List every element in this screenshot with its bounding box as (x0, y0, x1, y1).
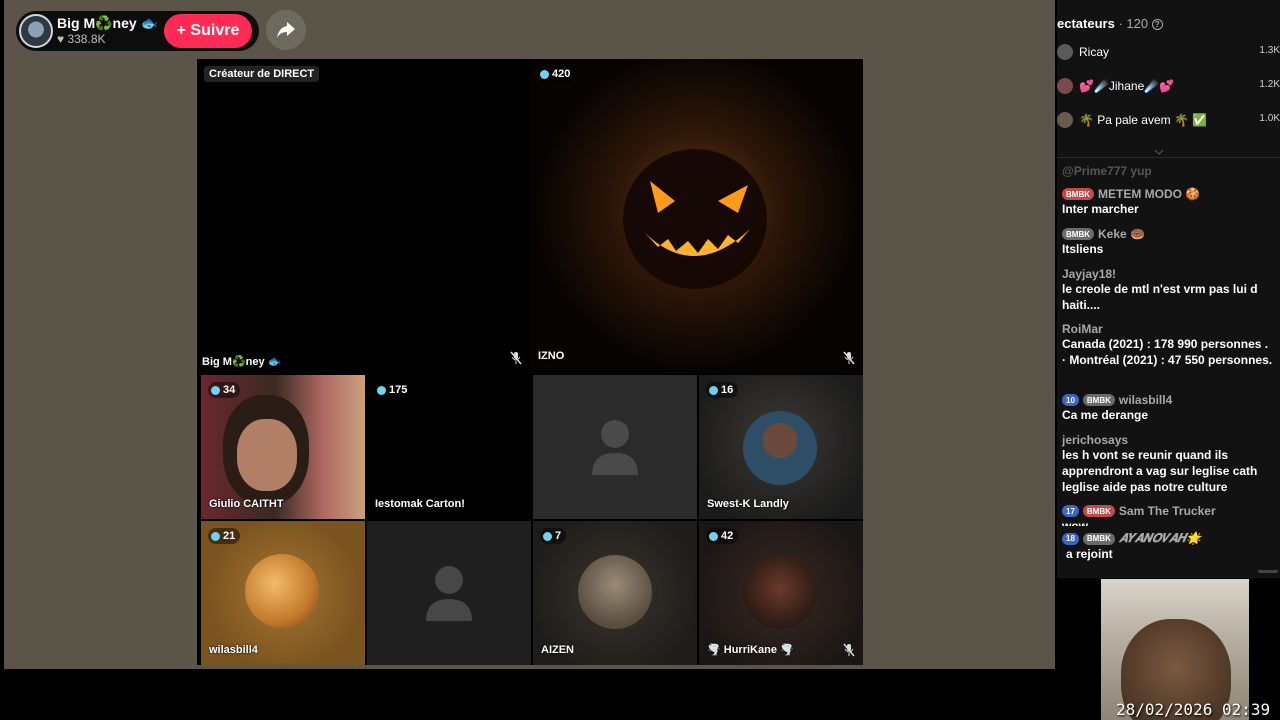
guest-video-grid: Créateur de DIRECT Big M♻️ney 🐟 420 IZNO (197, 59, 863, 665)
viewer-row[interactable]: 💕☄️Jihane☄️💕 1.2K (1057, 76, 1280, 100)
fan-badge: BMBK (1082, 505, 1115, 517)
chat-message: BMBK Keke 🍩 Itsliens (1062, 227, 1145, 256)
viewer-row[interactable]: 🌴 Pa pale avem 🌴 ✅ 1.0K (1057, 110, 1280, 134)
follow-button[interactable]: + Suivre (164, 14, 252, 48)
guest-gift-badge: 420 (537, 66, 576, 82)
guest-tile-empty[interactable] (533, 375, 697, 519)
chat-message: BMBK METEM MODO 🍪 Inter marcher (1062, 187, 1201, 216)
viewers-header: ectateurs · 120 ? (1057, 16, 1163, 31)
guest-tile-wilasbill[interactable]: 21 wilasbill4 (201, 521, 365, 665)
guest-tile-iestomak[interactable]: 175 Iestomak Carton! (367, 375, 531, 519)
viewer-avatar (1057, 44, 1073, 60)
timestamp: 28/02/2026 02:39 (1116, 700, 1271, 719)
guest-name: Giulio CAITHT (209, 498, 284, 510)
share-button[interactable] (266, 10, 306, 50)
guest-tile-hurrikane[interactable]: 42 🌪️ HurriKane 🌪️ (699, 521, 863, 665)
guest-name: IZNO (538, 350, 565, 362)
chat-message: 17 BMBK Sam The Trucker wow (1062, 504, 1216, 526)
muted-mic-icon (843, 351, 855, 365)
chat-message: @Prime777 yup (1062, 164, 1152, 178)
person-placeholder-icon (426, 566, 472, 621)
guest-tile-swestk[interactable]: 16 Swest-K Landly (699, 375, 863, 519)
host-likes-count: ♥ 338.8K (57, 32, 106, 46)
guest-tile-izno[interactable]: 420 IZNO (530, 59, 863, 373)
guest-name: wilasbill4 (209, 644, 258, 656)
chat-scrollbar[interactable] (1258, 570, 1278, 573)
level-badge: 18 (1062, 532, 1079, 545)
guest-avatar (743, 411, 817, 485)
chat-message: Jayjay18! le creole de mtl n'est vrm pas… (1062, 267, 1258, 312)
host-tile-name: Big M♻️ney 🐟 (202, 356, 282, 368)
level-badge: 17 (1062, 505, 1079, 517)
guest-gift-badge: 34 (208, 382, 241, 398)
guest-gift-badge: 42 (706, 528, 739, 544)
share-arrow-icon (277, 22, 295, 38)
coin-icon (540, 69, 549, 79)
creator-label: Créateur de DIRECT (204, 66, 320, 82)
person-placeholder-icon (592, 420, 638, 475)
guest-gift-badge: 7 (540, 528, 567, 544)
collapse-chevron[interactable] (1057, 150, 1280, 158)
host-video-tile[interactable]: Créateur de DIRECT Big M♻️ney 🐟 (197, 59, 530, 373)
guest-tile-giulio[interactable]: 34 Giulio CAITHT (201, 375, 365, 519)
guest-gift-badge: 175 (374, 382, 413, 398)
fan-badge: BMBK (1082, 394, 1115, 406)
coin-icon (543, 531, 552, 541)
guest-avatar (245, 554, 319, 628)
coin-icon (709, 531, 718, 541)
jack-o-lantern-image (623, 149, 767, 289)
guest-name: Iestomak Carton! (375, 498, 465, 510)
guest-gift-badge: 21 (208, 528, 241, 544)
streamer-webcam-overlay (1101, 579, 1249, 720)
muted-mic-icon (510, 351, 522, 365)
chat-message: jerichosays les h vont se reunir quand i… (1062, 433, 1258, 494)
chat-message: RoiMar Canada (2021) : 178 990 personnes… (1062, 322, 1273, 367)
info-icon[interactable]: ? (1151, 19, 1163, 31)
viewer-avatar (1057, 112, 1073, 128)
guest-name: 🌪️ HurriKane 🌪️ (707, 644, 794, 656)
guest-name: Swest-K Landly (707, 498, 789, 510)
stream-screen: Big M♻️ney 🐟 ♥ 338.8K + Suivre Créateur … (0, 0, 1280, 720)
host-name[interactable]: Big M♻️ney 🐟 (57, 15, 158, 32)
guest-gift-badge: 16 (706, 382, 739, 398)
chat-message: 10 BMBK wilasbill4 Ca me derange (1062, 393, 1173, 422)
coin-icon (377, 385, 386, 395)
muted-mic-icon (843, 643, 855, 657)
coin-icon (709, 385, 718, 395)
live-stream-area: Big M♻️ney 🐟 ♥ 338.8K + Suivre Créateur … (4, 0, 1055, 669)
join-notice: 18 BMBK 𝑨𝒀𝑨𝑵𝑶𝑽𝑨𝑯🌟 a rejoint (1062, 531, 1274, 562)
coin-icon (211, 385, 220, 395)
fan-badge: BMBK (1062, 188, 1094, 200)
guest-avatar (743, 555, 817, 629)
fan-badge: BMBK (1062, 228, 1094, 240)
guest-tile-aizen[interactable]: 7 AIZEN (533, 521, 697, 665)
guest-avatar (578, 555, 652, 629)
coin-icon (211, 531, 220, 541)
host-info-bar: Big M♻️ney 🐟 ♥ 338.8K + Suivre (16, 11, 259, 51)
host-avatar[interactable] (19, 14, 53, 48)
viewer-avatar (1057, 78, 1073, 94)
side-panel: ectateurs · 120 ? Ricay 1.3K 💕☄️Jihane☄️… (1057, 0, 1280, 578)
guest-tile-empty[interactable] (367, 521, 531, 665)
fan-badge: BMBK (1082, 532, 1115, 545)
chevron-down-icon (1155, 150, 1163, 155)
level-badge: 10 (1062, 394, 1079, 406)
guest-name: AIZEN (541, 644, 574, 656)
viewer-row[interactable]: Ricay 1.3K (1057, 42, 1280, 66)
